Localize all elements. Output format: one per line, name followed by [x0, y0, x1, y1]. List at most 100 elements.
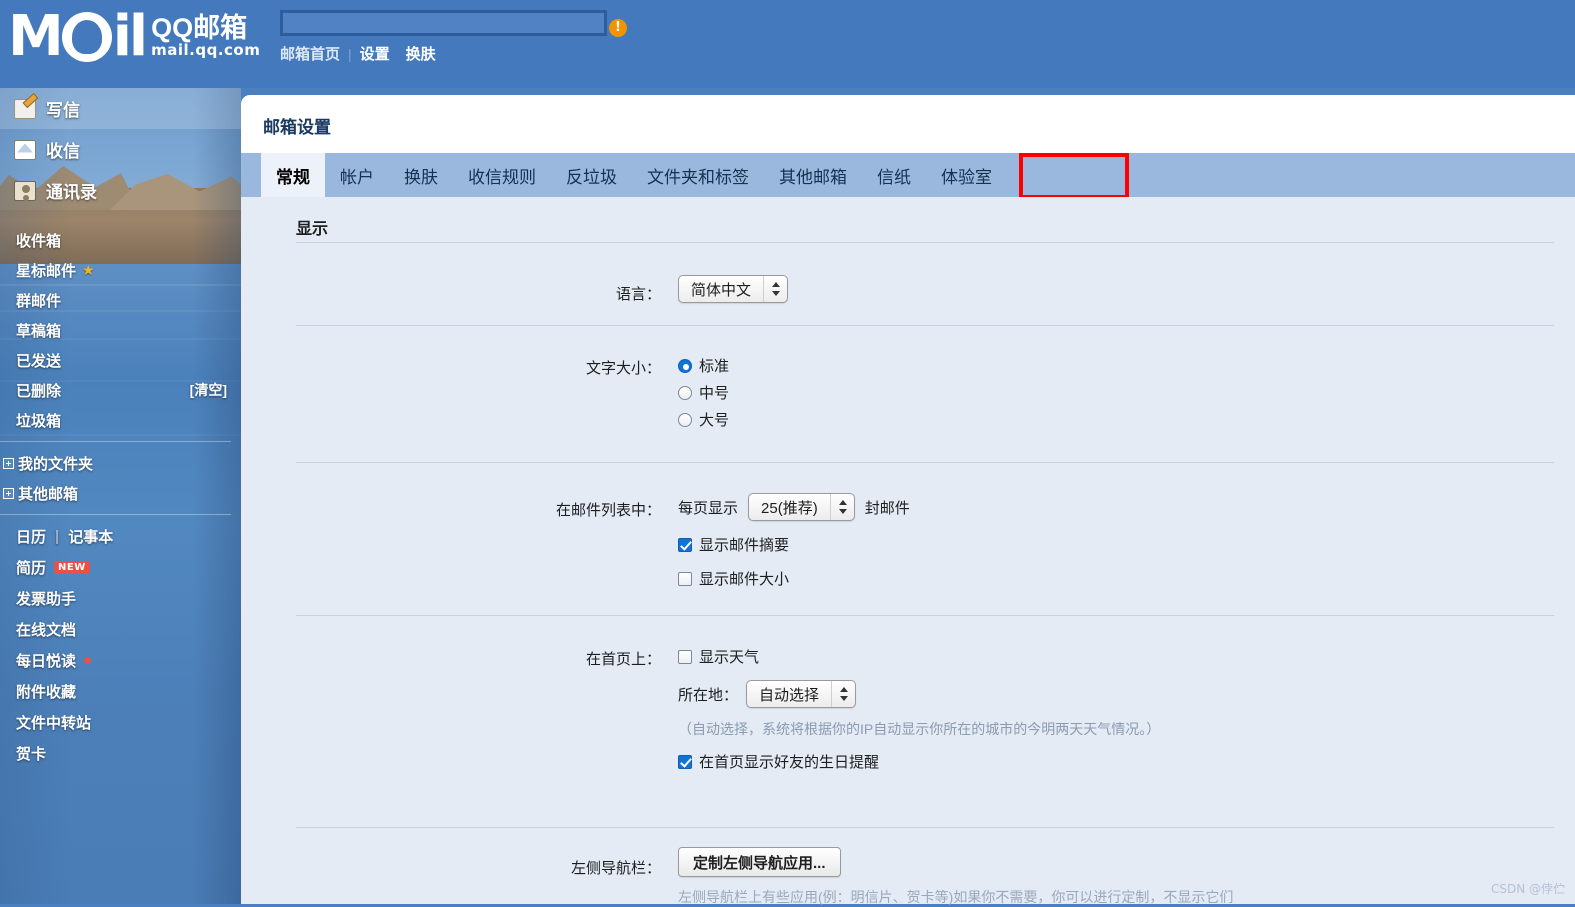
customize-left-nav-button[interactable]: 定制左侧导航应用... — [678, 847, 841, 877]
language-select[interactable]: 简体中文 — [678, 275, 789, 303]
font-size-option-medium[interactable]: 中号 — [678, 379, 729, 406]
nav-skin[interactable]: 换肤 — [398, 43, 444, 64]
sidebar-folder-spam[interactable]: 垃圾箱 — [0, 405, 241, 435]
radio-medium[interactable] — [678, 385, 692, 400]
sidebar-compose-label: 写信 — [46, 101, 80, 120]
sidebar-app-daily-read[interactable]: 每日悦读 — [16, 645, 241, 676]
logo-bell-icon — [78, 24, 95, 47]
sidebar-divider-1 — [0, 441, 231, 442]
tab-letter-paper[interactable]: 信纸 — [862, 153, 926, 197]
empty-trash-link[interactable]: [清空] — [190, 380, 227, 400]
attachments-label: 附件收藏 — [16, 684, 77, 701]
folder-label: 草稿箱 — [16, 322, 62, 340]
sidebar-folder-drafts[interactable]: 草稿箱 — [0, 315, 241, 345]
sidebar-folder-starred[interactable]: 星标邮件 ★ — [0, 255, 241, 285]
chevron-updown-icon — [829, 494, 854, 520]
logo-brand-cn: QQ邮箱 — [151, 13, 248, 43]
divider-2 — [296, 325, 1554, 326]
greeting-card-label: 贺卡 — [16, 746, 47, 763]
divider-4 — [296, 615, 1554, 616]
nav-settings[interactable]: 设置 — [352, 43, 398, 64]
calendar-label[interactable]: 日历 — [16, 526, 46, 547]
tab-account[interactable]: 帐户 — [325, 153, 389, 197]
font-size-option-standard[interactable]: 标准 — [678, 352, 729, 379]
per-page-select[interactable]: 25(推荐) — [748, 493, 855, 521]
section-title-display: 显示 — [296, 221, 329, 238]
location-label: 所在地： — [678, 686, 739, 704]
left-nav-label: 左侧导航栏： — [570, 860, 661, 877]
sidebar-folder-group-mail[interactable]: 群邮件 — [0, 285, 241, 315]
tab-other-mailboxes[interactable]: 其他邮箱 — [764, 153, 862, 197]
location-select[interactable]: 自动选择 — [746, 680, 857, 708]
warning-icon[interactable]: ! — [609, 19, 627, 37]
compose-icon — [14, 98, 36, 119]
sidebar-app-calendar-notes[interactable]: 日历 | 记事本 — [16, 521, 241, 552]
sidebar-app-file-transfer[interactable]: 文件中转站 — [16, 707, 241, 738]
tab-receive-rules[interactable]: 收信规则 — [453, 153, 551, 197]
font-size-standard-label: 标准 — [699, 358, 730, 375]
mail-list-label: 在邮件列表中： — [555, 502, 661, 519]
csdn-watermark: CSDN @侼伫 — [1490, 882, 1565, 896]
sidebar-app-resume[interactable]: 简历 NEW — [16, 552, 241, 583]
sidebar-item-my-folders[interactable]: 我的文件夹 — [0, 448, 241, 478]
location-select-value: 自动选择 — [759, 686, 820, 704]
sidebar-folder-inbox[interactable]: 收件箱 — [0, 225, 241, 255]
homepage-label: 在首页上： — [585, 651, 661, 668]
font-size-label: 文字大小： — [585, 360, 661, 377]
checkbox-show-summary[interactable] — [678, 537, 692, 552]
font-size-option-large[interactable]: 大号 — [678, 406, 729, 433]
divider-5 — [296, 827, 1554, 828]
left-nav-hint: 左侧导航栏上有些应用(例：明信片、贺卡等)如果你不需要，你可以进行定制，不显示它… — [678, 889, 1234, 905]
tab-antispam[interactable]: 反垃圾 — [551, 153, 632, 197]
notes-label[interactable]: 记事本 — [68, 526, 113, 547]
checkbox-birthday-reminder[interactable] — [678, 754, 692, 769]
sidebar-contacts-label: 通讯录 — [46, 183, 97, 202]
checkbox-row-show-summary[interactable]: 显示邮件摘要 — [678, 531, 789, 558]
sidebar-item-other-mailboxes[interactable]: 其他邮箱 — [0, 478, 241, 508]
sidebar-item-compose[interactable]: 写信 — [0, 88, 241, 129]
sidebar-app-attachments[interactable]: 附件收藏 — [16, 676, 241, 707]
radio-standard[interactable] — [678, 358, 692, 373]
language-select-value: 简体中文 — [691, 281, 752, 299]
sidebar-folder-deleted[interactable]: 已删除 [清空] — [0, 375, 241, 405]
folder-label: 群邮件 — [16, 292, 62, 310]
qq-mail-logo[interactable]: Mil QQ邮箱 mail.qq.com — [8, 4, 260, 69]
tab-lab[interactable]: 体验室 — [926, 153, 1007, 197]
radio-large[interactable] — [678, 412, 692, 427]
font-size-large-label: 大号 — [699, 412, 730, 429]
folder-label: 已删除 — [16, 382, 62, 400]
language-label: 语言： — [615, 286, 661, 303]
sidebar-app-invoice[interactable]: 发票助手 — [16, 583, 241, 614]
expand-plus-icon[interactable] — [3, 487, 14, 499]
tab-general[interactable]: 常规 — [261, 153, 325, 197]
sidebar-app-greeting-card[interactable]: 贺卡 — [16, 738, 241, 769]
sidebar-folder-sent[interactable]: 已发送 — [0, 345, 241, 375]
chevron-updown-icon — [831, 681, 855, 707]
checkbox-show-weather[interactable] — [678, 649, 692, 664]
checkbox-row-show-size[interactable]: 显示邮件大小 — [678, 565, 789, 592]
per-page-suffix: 封邮件 — [864, 499, 910, 517]
unread-dot-icon — [84, 657, 92, 664]
logo-text-block: QQ邮箱 mail.qq.com — [151, 14, 260, 62]
resume-label: 简历 — [16, 560, 47, 577]
logo-penguin-icon — [61, 12, 112, 62]
expand-plus-icon[interactable] — [3, 457, 14, 469]
my-folders-label: 我的文件夹 — [18, 455, 94, 473]
sidebar-item-contacts[interactable]: 通讯录 — [0, 170, 241, 211]
sidebar-item-receive[interactable]: 收信 — [0, 129, 241, 170]
checkbox-row-show-weather[interactable]: 显示天气 — [678, 643, 1160, 670]
new-badge: NEW — [54, 561, 90, 574]
tab-folders-labels[interactable]: 文件夹和标签 — [632, 153, 764, 197]
sidebar-app-online-docs[interactable]: 在线文档 — [16, 614, 241, 645]
account-address-field[interactable] — [280, 10, 607, 36]
tab-skin[interactable]: 换肤 — [389, 153, 453, 197]
sidebar-receive-label: 收信 — [46, 142, 80, 161]
show-size-label: 显示邮件大小 — [699, 571, 790, 588]
checkbox-show-size[interactable] — [678, 571, 692, 586]
location-row: 所在地： 自动选择 — [678, 680, 1160, 708]
checkbox-row-birthday[interactable]: 在首页显示好友的生日提醒 — [678, 748, 1160, 775]
folder-label: 垃圾箱 — [16, 412, 62, 430]
logo-letters-il: il — [112, 4, 148, 69]
nav-mail-home[interactable]: 邮箱首页 — [280, 43, 348, 64]
per-page-prefix: 每页显示 — [678, 499, 739, 517]
